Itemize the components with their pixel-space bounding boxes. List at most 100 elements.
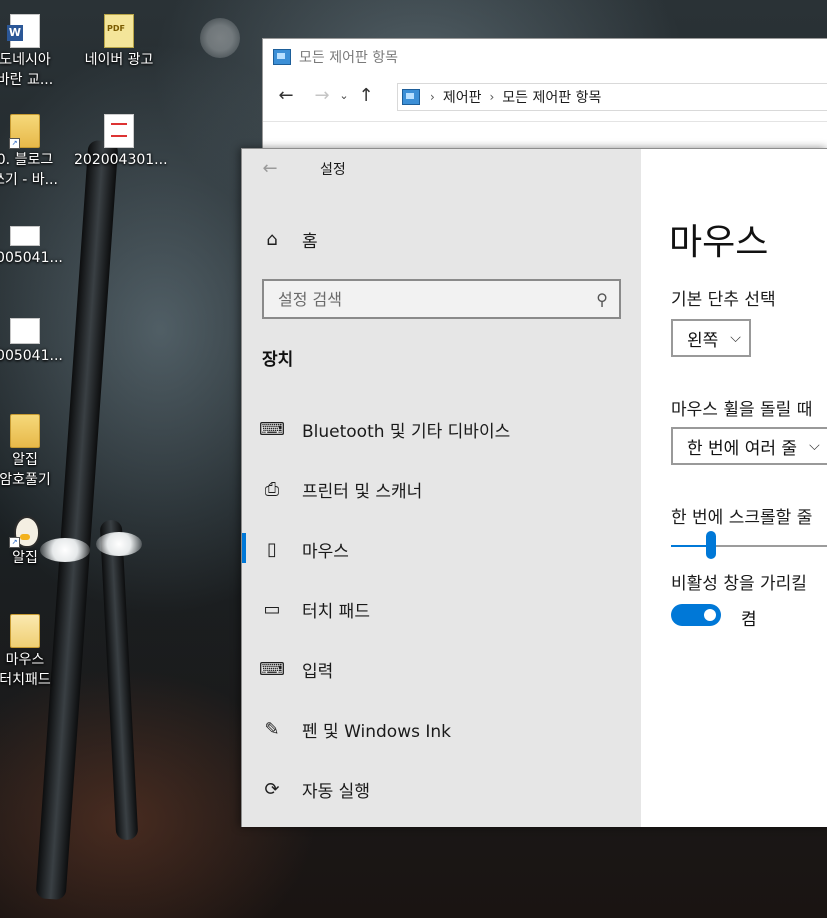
- breadcrumb-separator-icon: ›: [430, 90, 435, 104]
- lines-to-scroll-label: 한 번에 스크롤할 줄: [671, 508, 813, 528]
- lines-to-scroll-slider-thumb[interactable]: [706, 531, 716, 559]
- back-button[interactable]: ←: [242, 149, 298, 189]
- bluetooth-devices-icon: ⌨: [259, 418, 285, 440]
- shortcut-arrow-icon: ↗: [9, 537, 20, 548]
- divider: [263, 121, 827, 122]
- folder-icon: [10, 614, 40, 648]
- folder-icon: [10, 414, 40, 448]
- wallpaper-light: [200, 18, 240, 58]
- search-box[interactable]: ⚲: [262, 279, 621, 319]
- desktop-icon-label: 2005041...: [0, 348, 63, 364]
- sidebar-item-label: 입력: [302, 661, 334, 682]
- sidebar-nav-list: ⌨ Bluetooth 및 기타 디바이스 ⎙ 프린터 및 스캐너 ▯ 마우스 …: [242, 399, 641, 819]
- desktop-icon[interactable]: 네이버 광고: [74, 14, 164, 70]
- recent-locations-chevron-icon[interactable]: ⌄: [335, 81, 353, 111]
- image-file-icon: [10, 226, 40, 246]
- inactive-scroll-toggle[interactable]: [671, 604, 721, 626]
- sidebar-item-label: 펜 및 Windows Ink: [302, 721, 452, 742]
- desktop-icon-label: 알집: [12, 452, 38, 468]
- breadcrumb-item[interactable]: 제어판: [443, 87, 482, 107]
- shortcut-arrow-icon: ↗: [9, 138, 20, 149]
- sidebar-item-typing[interactable]: ⌨ 입력: [242, 639, 641, 699]
- wallpaper-rod: [99, 519, 139, 841]
- desktop-icon[interactable]: 2005041...: [0, 216, 70, 268]
- dropdown-value: 왼쪽: [687, 330, 719, 351]
- word-document-icon: [7, 14, 40, 48]
- desktop-icon-label: 202004301...: [74, 152, 168, 168]
- folder-shortcut-icon: ↗: [9, 114, 40, 149]
- search-icon[interactable]: ⚲: [585, 290, 619, 309]
- mouse-icon: ▯: [267, 538, 277, 560]
- control-panel-titlebar[interactable]: 모든 제어판 항목: [263, 39, 827, 75]
- desktop-icon-label: 바란 교...: [0, 72, 54, 88]
- pdf-file-icon: [104, 14, 134, 48]
- sidebar-item-label: 자동 실행: [302, 781, 370, 802]
- primary-button-label: 기본 단추 선택: [671, 290, 776, 310]
- wallpaper-light: [96, 532, 142, 556]
- keyboard-icon: ⌨: [259, 658, 285, 680]
- primary-button-dropdown[interactable]: 왼쪽 ⌵: [671, 319, 751, 357]
- desktop-icon[interactable]: 202004301...: [74, 114, 168, 170]
- wheel-scroll-label: 마우스 휠을 돌릴 때: [671, 400, 813, 420]
- search-input[interactable]: [264, 283, 585, 315]
- sidebar-item-home[interactable]: ⌂ 홈: [242, 221, 641, 257]
- image-file-icon: [10, 318, 40, 344]
- settings-title: 설정: [320, 162, 346, 178]
- control-panel-icon: [402, 89, 420, 105]
- toggle-knob: [704, 609, 716, 621]
- desktop-icon-label: 2005041...: [0, 250, 63, 266]
- desktop-icon-label: 0. 블로그: [0, 152, 54, 168]
- desktop-icon[interactable]: 2005041...: [0, 314, 70, 366]
- control-panel-title: 모든 제어판 항목: [299, 50, 399, 66]
- touchpad-icon: ▭: [263, 598, 281, 620]
- settings-content: 마우스 기본 단추 선택 왼쪽 ⌵ 마우스 휠을 돌릴 때 한 번에 여러 줄 …: [641, 149, 827, 827]
- desktop-icon-label: 터치패드: [0, 672, 51, 688]
- desktop-icon[interactable]: ↗ 알집: [0, 514, 70, 568]
- control-panel-window[interactable]: 모든 제어판 항목 ← → ⌄ ↑ › 제어판 › 모든 제어판 항목: [262, 38, 827, 151]
- home-icon: ⌂: [266, 228, 278, 250]
- chevron-down-icon: ⌵: [730, 330, 741, 346]
- page-title: 마우스: [669, 222, 769, 263]
- desktop-icon[interactable]: 마우스 터치패드: [0, 614, 70, 690]
- sidebar-item-touchpad[interactable]: ▭ 터치 패드: [242, 579, 641, 639]
- up-arrow-icon[interactable]: ↑: [353, 81, 379, 111]
- dropdown-value: 한 번에 여러 줄: [687, 438, 798, 459]
- chevron-down-icon: ⌵: [809, 438, 820, 454]
- sidebar-item-autoplay[interactable]: ⟳ 자동 실행: [242, 759, 641, 819]
- sidebar-item-label: 프린터 및 스캐너: [302, 481, 423, 502]
- desktop-icon-label: 네이버 광고: [84, 52, 154, 68]
- desktop-icon[interactable]: ↗ 0. 블로그 쓰기 - 바...: [0, 114, 70, 190]
- toggle-state-text: 켬: [741, 610, 757, 630]
- desktop-icon-label: 쓰기 - 바...: [0, 172, 58, 188]
- settings-sidebar: ← 설정 ⌂ 홈 ⚲ 장치 ⌨ Bluetooth 및 기타 디바이스 ⎙ 프린…: [242, 149, 641, 827]
- address-bar[interactable]: › 제어판 › 모든 제어판 항목: [397, 83, 827, 111]
- wheel-scroll-dropdown[interactable]: 한 번에 여러 줄 ⌵: [671, 427, 827, 465]
- sidebar-item-printers[interactable]: ⎙ 프린터 및 스캐너: [242, 459, 641, 519]
- control-panel-icon: [273, 49, 291, 65]
- sidebar-item-mouse[interactable]: ▯ 마우스: [242, 519, 641, 579]
- desktop-icon-label: 암호풀기: [0, 472, 51, 488]
- back-arrow-icon[interactable]: ←: [273, 81, 299, 111]
- control-panel-navbar: ← → ⌄ ↑ › 제어판 › 모든 제어판 항목: [263, 81, 827, 111]
- breadcrumb-separator-icon[interactable]: ›: [489, 90, 494, 104]
- forward-arrow-icon[interactable]: →: [309, 81, 335, 111]
- sidebar-item-pen[interactable]: ✎ 펜 및 Windows Ink: [242, 699, 641, 759]
- settings-titlebar[interactable]: ← 설정: [242, 149, 641, 189]
- sidebar-item-label: Bluetooth 및 기타 디바이스: [302, 421, 511, 442]
- desktop-icon-label: 마우스: [5, 652, 45, 668]
- autoplay-icon: ⟳: [264, 778, 280, 800]
- settings-window[interactable]: ← 설정 ⌂ 홈 ⚲ 장치 ⌨ Bluetooth 및 기타 디바이스 ⎙ 프린…: [241, 148, 827, 827]
- printer-icon: ⎙: [264, 478, 280, 500]
- image-file-icon: [104, 114, 134, 148]
- desktop-icon-label: 도네시아: [0, 52, 51, 68]
- sidebar-item-label: 홈: [302, 231, 318, 252]
- sidebar-item-bluetooth[interactable]: ⌨ Bluetooth 및 기타 디바이스: [242, 399, 641, 459]
- sidebar-item-label: 마우스: [302, 541, 349, 562]
- breadcrumb-item[interactable]: 모든 제어판 항목: [502, 87, 601, 107]
- inactive-scroll-label: 비활성 창을 가리킬: [671, 574, 807, 594]
- desktop-icon[interactable]: 알집 암호풀기: [0, 414, 70, 490]
- desktop-icon-label: 알집: [12, 550, 38, 566]
- desktop-icon[interactable]: 도네시아 바란 교...: [0, 14, 70, 90]
- sidebar-item-label: 터치 패드: [302, 601, 370, 622]
- section-heading: 장치: [262, 350, 294, 370]
